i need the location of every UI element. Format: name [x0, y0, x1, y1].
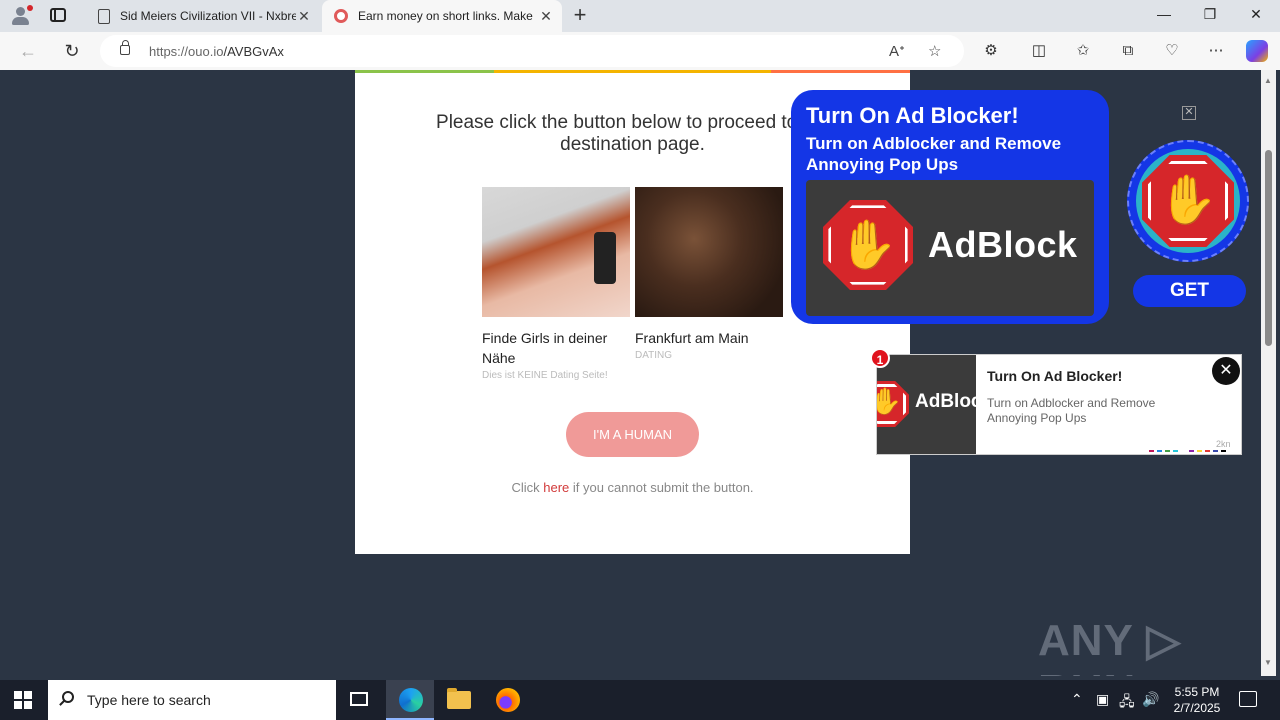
scroll-up-icon[interactable]: ▲ [1264, 76, 1272, 85]
stripe-segment [493, 70, 633, 73]
minimize-button[interactable]: — [1154, 6, 1174, 22]
stripe-segment [632, 70, 772, 73]
clock-time: 5:55 PM [1174, 685, 1220, 699]
tab-close-button[interactable]: ✕ [538, 8, 554, 24]
search-placeholder: Type here to search [87, 692, 211, 708]
task-view-button[interactable] [336, 680, 384, 720]
notification-color-bars [1149, 450, 1226, 452]
address-bar[interactable]: https://ouo.io/AVBGvAx Aᐩ ☆ [100, 35, 964, 67]
tab-civilization[interactable]: Sid Meiers Civilization VII - Nxbre ✕ [84, 0, 320, 32]
lock-icon[interactable] [120, 40, 130, 55]
more-menu-icon[interactable]: ⋯ [1206, 41, 1226, 61]
stop-hand-icon: ✋ [877, 381, 909, 427]
scroll-down-icon[interactable]: ▼ [1264, 658, 1272, 667]
read-aloud-icon[interactable]: Aᐩ [889, 42, 905, 60]
ouo-favicon-icon [334, 9, 348, 23]
tab-close-button[interactable]: ✕ [296, 8, 312, 24]
collections-icon[interactable]: ⧉ [1118, 41, 1138, 61]
system-clock[interactable]: 5:55 PM 2/7/2025 [1168, 684, 1226, 716]
notification-ad[interactable]: ✋ AdBlock Turn On Ad Blocker! Turn on Ad… [876, 354, 1242, 455]
stop-hand-icon: ✋ [823, 200, 913, 290]
ad-title[interactable]: Finde Girls in deiner Nähe [482, 328, 630, 368]
scrollbar-thumb[interactable] [1265, 150, 1272, 346]
ad-card[interactable]: Finde Girls in deiner Nähe Dies ist KEIN… [482, 187, 630, 381]
copilot-icon[interactable] [1246, 40, 1268, 62]
notification-title[interactable]: Turn On Ad Blocker! [987, 368, 1122, 384]
notification-thumbnail[interactable]: ✋ AdBlock [877, 355, 976, 454]
tab-title: Sid Meiers Civilization VII - Nxbre [120, 9, 296, 23]
url-text[interactable]: https://ouo.io/AVBGvAx [149, 44, 284, 59]
notification-description[interactable]: Turn on Adblocker and Remove Annoying Po… [987, 396, 1187, 426]
ad-subtitle: Dies ist KEINE Dating Seite! [482, 370, 608, 381]
split-screen-icon[interactable]: ◫ [1029, 41, 1049, 61]
search-icon [62, 691, 74, 703]
tray-device-icon[interactable]: ▣ [1096, 691, 1109, 708]
popup-banner[interactable]: ✋ AdBlock [806, 180, 1094, 316]
popup-title[interactable]: Turn On Ad Blocker! [806, 103, 1019, 129]
stop-hand-circle-icon[interactable]: ✋ [1127, 140, 1249, 262]
adblock-popup-ad[interactable]: Turn On Ad Blocker! Turn on Adblocker an… [791, 90, 1109, 324]
refresh-icon[interactable]: ↻ [61, 40, 83, 62]
favorite-star-icon[interactable]: ☆ [928, 42, 941, 60]
notification-source: 2kn [1216, 439, 1231, 449]
ad-card[interactable]: Frankfurt am Main DATING [635, 187, 783, 361]
vertical-scrollbar[interactable]: ▲ ▼ [1261, 70, 1276, 676]
restore-button[interactable]: ❐ [1200, 6, 1220, 23]
ad-title[interactable]: Frankfurt am Main [635, 328, 783, 348]
volume-icon[interactable]: 🔊 [1142, 691, 1159, 708]
task-view-icon [350, 692, 368, 706]
new-tab-button[interactable]: + [570, 4, 590, 26]
tab-title: Earn money on short links. Make [358, 9, 533, 23]
file-explorer-taskbar-button[interactable] [435, 680, 483, 720]
fallback-link[interactable]: here [543, 480, 569, 495]
tab-actions-icon[interactable] [50, 8, 66, 22]
popup-brand: AdBlock [928, 224, 1078, 265]
notification-count-badge: 1 [870, 348, 890, 368]
ad-image[interactable] [482, 187, 630, 317]
tray-chevron-icon[interactable]: ⌃ [1071, 691, 1083, 708]
stripe-segment [355, 70, 494, 73]
im-a-human-button[interactable]: I'M A HUMAN [566, 412, 699, 457]
notification-thumb-brand: AdBlock [915, 391, 976, 412]
color-stripe [355, 70, 910, 73]
back-arrow-icon[interactable]: ← [17, 40, 39, 62]
firefox-taskbar-button[interactable] [484, 680, 532, 720]
browser-essentials-icon[interactable]: ♡ [1162, 41, 1182, 61]
get-button[interactable]: GET [1133, 275, 1246, 307]
popup-subtitle[interactable]: Turn on Adblocker and Remove Annoying Po… [806, 133, 1096, 175]
edge-icon [399, 688, 423, 712]
tab-ouo[interactable]: Earn money on short links. Make ✕ [322, 0, 562, 32]
extensions-icon[interactable]: ⚙ [981, 41, 1001, 61]
notification-close-button[interactable]: ✕ [1212, 357, 1240, 385]
firefox-icon [496, 688, 520, 712]
folder-icon [447, 688, 471, 709]
windows-start-icon[interactable] [14, 691, 32, 709]
ad-subtitle: DATING [635, 350, 673, 361]
action-center-icon[interactable] [1239, 691, 1257, 707]
profile-avatar-icon[interactable] [8, 4, 34, 28]
anyrun-watermark: ANY ▷ RUN [1038, 616, 1182, 676]
taskbar: Type here to search ⌃ ▣ 🖧 🔊 5:55 PM 2/7/… [0, 680, 1280, 720]
close-window-button[interactable]: ✕ [1246, 6, 1266, 23]
popup-close-button[interactable]: ✕ [1182, 106, 1196, 120]
network-icon[interactable]: 🖧 [1119, 691, 1135, 715]
clock-date: 2/7/2025 [1173, 701, 1221, 715]
ad-image[interactable] [635, 187, 783, 317]
tab-strip: Sid Meiers Civilization VII - Nxbre ✕ Ea… [0, 0, 1280, 32]
document-icon [98, 8, 110, 24]
page-viewport: Please click the button below to proceed… [4, 70, 1261, 676]
fallback-text: Click here if you cannot submit the butt… [511, 480, 754, 495]
stripe-segment [771, 70, 910, 73]
edge-taskbar-button[interactable] [386, 680, 434, 720]
favorites-icon[interactable]: ✩ [1073, 41, 1093, 61]
browser-toolbar: ← ↻ https://ouo.io/AVBGvAx Aᐩ ☆ ⚙ ◫ ✩ ⧉ … [0, 32, 1280, 70]
taskbar-search-box[interactable]: Type here to search [48, 680, 336, 720]
